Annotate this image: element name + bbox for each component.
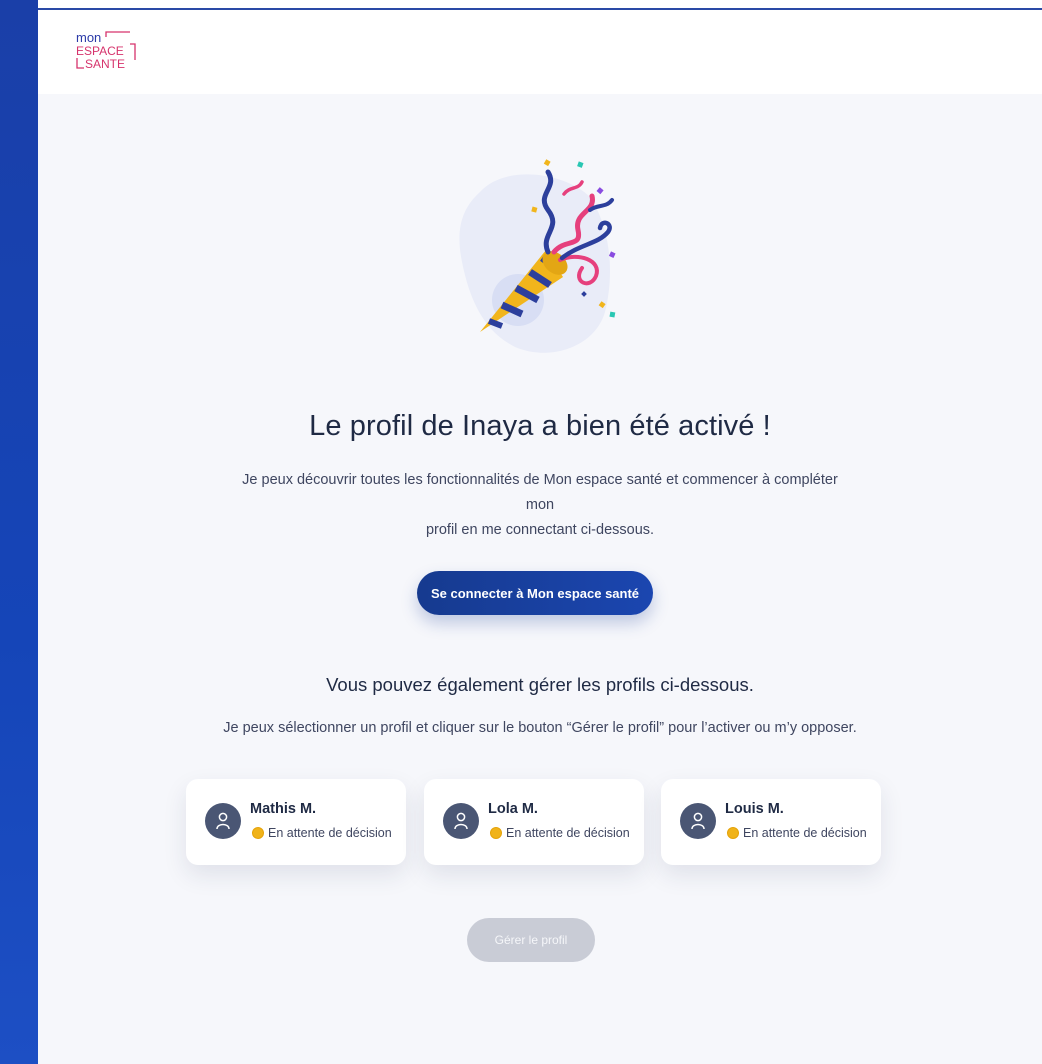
mon-espace-sante-logo[interactable]: mon ESPACE SANTE	[72, 30, 142, 72]
logo-word-mon: mon	[76, 30, 101, 45]
left-accent-bar	[0, 0, 38, 1064]
pending-status-icon	[727, 827, 739, 839]
intro-text: Je peux découvrir toutes les fonctionnal…	[228, 468, 852, 543]
status-label: En attente de décision	[743, 826, 867, 840]
header: mon ESPACE SANTE	[38, 10, 1042, 94]
user-icon	[680, 803, 716, 839]
status-badge: En attente de décision	[727, 826, 867, 840]
pending-status-icon	[490, 827, 502, 839]
profiles-instructions: Je peux sélectionner un profil et clique…	[223, 720, 857, 736]
logo-word-espace: ESPACE	[76, 44, 124, 58]
manage-profile-button[interactable]: Gérer le profil	[467, 918, 595, 962]
main-content: Le profil de Inaya a bien été activé ! J…	[38, 94, 1042, 1064]
party-popper-icon	[450, 152, 620, 362]
profile-name: Louis M.	[725, 801, 784, 817]
user-icon	[443, 803, 479, 839]
page-title: Le profil de Inaya a bien été activé !	[309, 410, 771, 442]
profile-card-mathis[interactable]: Mathis M. En attente de décision	[186, 779, 406, 865]
profile-name: Lola M.	[488, 801, 538, 817]
user-icon	[205, 803, 241, 839]
pending-status-icon	[252, 827, 264, 839]
intro-line-1: Je peux découvrir toutes les fonctionnal…	[242, 472, 838, 513]
status-label: En attente de décision	[506, 826, 630, 840]
status-badge: En attente de décision	[490, 826, 630, 840]
status-label: En attente de décision	[268, 826, 392, 840]
connect-button[interactable]: Se connecter à Mon espace santé	[417, 571, 653, 615]
profile-card-lola[interactable]: Lola M. En attente de décision	[424, 779, 644, 865]
status-badge: En attente de décision	[252, 826, 392, 840]
profiles-subtitle: Vous pouvez également gérer les profils …	[326, 674, 754, 695]
logo-word-sante: SANTE	[85, 57, 125, 71]
profile-card-louis[interactable]: Louis M. En attente de décision	[661, 779, 881, 865]
profile-name: Mathis M.	[250, 801, 317, 817]
intro-line-2: profil en me connectant ci-dessous.	[425, 522, 655, 538]
